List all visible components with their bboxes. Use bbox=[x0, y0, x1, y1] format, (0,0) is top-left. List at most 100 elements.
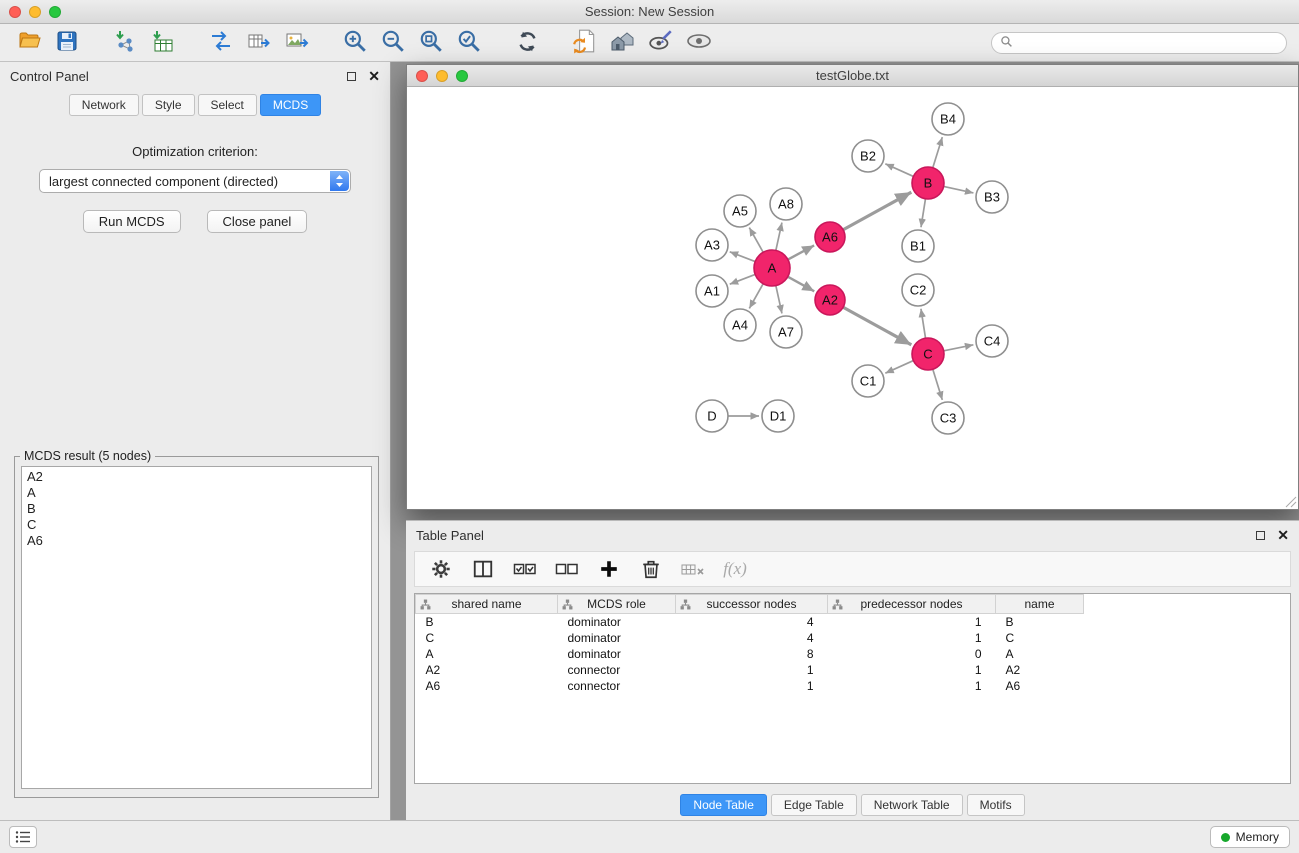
node-table[interactable]: shared name MCDS role successor nodes pr… bbox=[414, 593, 1291, 784]
graph-node[interactable]: B4 bbox=[932, 103, 964, 135]
search-field[interactable] bbox=[991, 32, 1287, 54]
tab-style[interactable]: Style bbox=[142, 94, 195, 116]
export-image-button[interactable] bbox=[280, 28, 314, 58]
home-view-button[interactable] bbox=[606, 28, 640, 58]
result-item[interactable]: A2 bbox=[22, 469, 371, 485]
export-table-button[interactable] bbox=[242, 28, 276, 58]
graph-node[interactable]: A2 bbox=[815, 285, 845, 315]
memory-button[interactable]: Memory bbox=[1210, 826, 1290, 848]
open-file-button[interactable] bbox=[12, 28, 46, 58]
graph-node[interactable]: C4 bbox=[976, 325, 1008, 357]
result-item[interactable]: A6 bbox=[22, 533, 371, 549]
search-input[interactable] bbox=[1018, 36, 1278, 50]
tab-node-table[interactable]: Node Table bbox=[680, 794, 767, 816]
maximize-window-button[interactable] bbox=[49, 6, 61, 18]
graph-node[interactable]: C2 bbox=[902, 274, 934, 306]
close-panel-icon[interactable]: ✕ bbox=[368, 69, 380, 83]
graph-node[interactable]: D1 bbox=[762, 400, 794, 432]
close-network-window-button[interactable] bbox=[416, 70, 428, 82]
graph-node[interactable]: A6 bbox=[815, 222, 845, 252]
refresh-button[interactable] bbox=[510, 28, 544, 58]
column-header-successor-nodes[interactable]: successor nodes bbox=[676, 595, 828, 614]
import-network-button[interactable] bbox=[108, 28, 142, 58]
delete-row-button[interactable] bbox=[635, 555, 667, 583]
tab-mcds[interactable]: MCDS bbox=[260, 94, 321, 116]
graph-node[interactable]: A5 bbox=[724, 195, 756, 227]
delete-column-button[interactable] bbox=[677, 555, 709, 583]
graph-edge[interactable] bbox=[885, 164, 913, 177]
run-mcds-button[interactable]: Run MCDS bbox=[83, 210, 181, 233]
minimize-network-window-button[interactable] bbox=[436, 70, 448, 82]
graph-edge[interactable] bbox=[921, 309, 926, 338]
graph-node[interactable]: A1 bbox=[696, 275, 728, 307]
close-window-button[interactable] bbox=[9, 6, 21, 18]
table-row[interactable]: A6connector11A6 bbox=[416, 678, 1291, 694]
graph-edge[interactable] bbox=[788, 277, 814, 292]
show-columns-button[interactable] bbox=[467, 555, 499, 583]
graph-node[interactable]: B3 bbox=[976, 181, 1008, 213]
graph-node[interactable]: C3 bbox=[932, 402, 964, 434]
column-header-predecessor-nodes[interactable]: predecessor nodes bbox=[828, 595, 996, 614]
graph-node[interactable]: B2 bbox=[852, 140, 884, 172]
graph-node[interactable]: C bbox=[912, 338, 944, 370]
tab-select[interactable]: Select bbox=[198, 94, 257, 116]
resize-grip[interactable] bbox=[1285, 496, 1297, 508]
graph-edge[interactable] bbox=[843, 307, 911, 345]
result-item[interactable]: C bbox=[22, 517, 371, 533]
function-builder-button[interactable]: f(x) bbox=[719, 555, 751, 583]
export-network-button[interactable] bbox=[204, 28, 238, 58]
zoom-out-button[interactable] bbox=[376, 28, 410, 58]
save-session-button[interactable] bbox=[50, 28, 84, 58]
add-row-button[interactable] bbox=[593, 555, 625, 583]
float-table-panel-icon[interactable] bbox=[1256, 531, 1265, 540]
window-titlebar[interactable]: Session: New Session bbox=[0, 0, 1299, 24]
table-settings-button[interactable] bbox=[425, 555, 457, 583]
tab-network-table[interactable]: Network Table bbox=[861, 794, 963, 816]
column-header-shared-name[interactable]: shared name bbox=[416, 595, 558, 614]
mcds-result-list[interactable]: A2ABCA6 bbox=[21, 466, 372, 789]
graph-edge[interactable] bbox=[776, 286, 782, 314]
column-header-mcds-role[interactable]: MCDS role bbox=[558, 595, 676, 614]
table-row[interactable]: Adominator80A bbox=[416, 646, 1291, 662]
graph-edge[interactable] bbox=[885, 361, 913, 374]
import-table-button[interactable] bbox=[146, 28, 180, 58]
graph-node[interactable]: B1 bbox=[902, 230, 934, 262]
graph-edge[interactable] bbox=[944, 186, 974, 193]
graph-node[interactable]: B bbox=[912, 167, 944, 199]
graph-node[interactable]: A3 bbox=[696, 229, 728, 261]
graph-edge[interactable] bbox=[776, 223, 782, 251]
tab-edge-table[interactable]: Edge Table bbox=[771, 794, 857, 816]
maximize-network-window-button[interactable] bbox=[456, 70, 468, 82]
graph-node[interactable]: A7 bbox=[770, 316, 802, 348]
task-history-button[interactable] bbox=[9, 826, 37, 848]
graph-edge[interactable] bbox=[843, 192, 911, 230]
result-item[interactable]: B bbox=[22, 501, 371, 517]
network-view-window[interactable]: testGlobe.txt B4B2BB3A5A8A6B1A3AC2A1A2A4… bbox=[406, 64, 1299, 510]
zoom-in-button[interactable] bbox=[338, 28, 372, 58]
tab-network[interactable]: Network bbox=[69, 94, 139, 116]
graph-edge[interactable] bbox=[749, 228, 763, 253]
network-canvas[interactable]: B4B2BB3A5A8A6B1A3AC2A1A2A4A7C4CC1C3DD1 bbox=[407, 87, 1298, 509]
zoom-selected-button[interactable] bbox=[452, 28, 486, 58]
close-panel-button[interactable]: Close panel bbox=[207, 210, 308, 233]
show-graphics-details-button[interactable] bbox=[682, 28, 716, 58]
graph-edge[interactable] bbox=[933, 369, 943, 400]
network-graph[interactable]: B4B2BB3A5A8A6B1A3AC2A1A2A4A7C4CC1C3DD1 bbox=[407, 87, 1298, 509]
network-window-titlebar[interactable]: testGlobe.txt bbox=[407, 65, 1298, 87]
deselect-all-button[interactable] bbox=[551, 555, 583, 583]
graph-edge[interactable] bbox=[944, 345, 974, 351]
float-panel-icon[interactable] bbox=[347, 72, 356, 81]
table-row[interactable]: Cdominator41C bbox=[416, 630, 1291, 646]
graph-node[interactable]: C1 bbox=[852, 365, 884, 397]
graph-node[interactable]: A8 bbox=[770, 188, 802, 220]
minimize-window-button[interactable] bbox=[29, 6, 41, 18]
criterion-select[interactable]: largest connected component (directed) bbox=[39, 169, 351, 193]
table-row[interactable]: A2connector11A2 bbox=[416, 662, 1291, 678]
graph-edge[interactable] bbox=[730, 252, 755, 262]
style-preview-button[interactable] bbox=[644, 28, 678, 58]
graph-edge[interactable] bbox=[921, 199, 926, 227]
zoom-fit-button[interactable] bbox=[414, 28, 448, 58]
graph-edge[interactable] bbox=[730, 274, 755, 284]
graph-node[interactable]: A4 bbox=[724, 309, 756, 341]
graph-edge[interactable] bbox=[788, 245, 814, 259]
